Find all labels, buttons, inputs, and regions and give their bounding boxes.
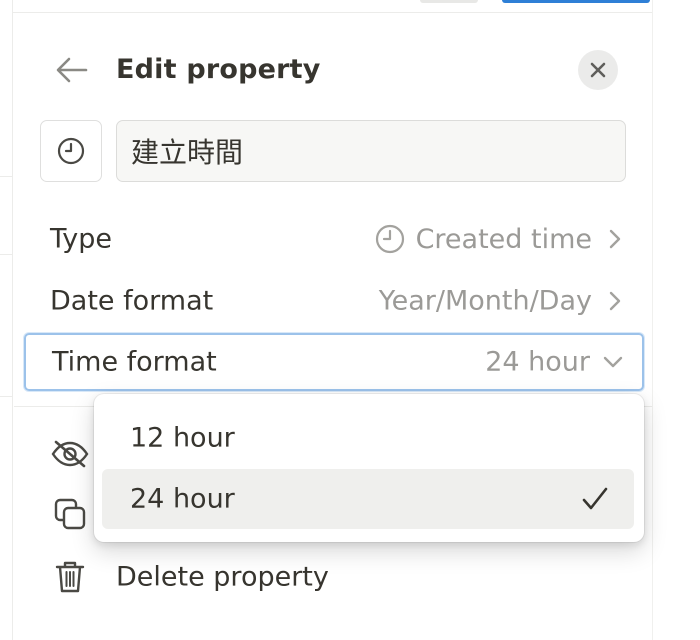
back-button[interactable] [52,52,92,88]
background-divider [0,396,12,397]
panel-header: Edit property [14,44,652,96]
type-value: Created time [374,223,592,255]
option-24-hour[interactable]: 24 hour [102,469,634,529]
option-label: 24 hour [130,483,235,515]
date-format-label: Date format [50,285,214,317]
eye-off-icon [50,434,90,474]
trash-icon [50,557,90,597]
delete-property-row[interactable]: Delete property [14,549,614,605]
checkmark-icon [580,484,610,514]
property-icon-button[interactable] [40,120,102,182]
duplicate-icon [50,494,90,534]
background-divider [652,0,653,640]
clock-icon [57,137,85,165]
time-format-dropdown: 12 hour 24 hour [94,394,644,542]
type-value-text: Created time [415,223,592,255]
page-title: Edit property [116,54,321,85]
chevron-right-icon [604,290,626,312]
type-row[interactable]: Type Created time [24,210,644,268]
property-name-row [40,120,640,182]
chevron-down-icon [602,351,624,373]
chevron-right-icon [604,228,626,250]
type-label: Type [50,223,113,255]
property-name-input[interactable] [116,120,626,182]
screen: Edit property Type [0,0,700,640]
background-primary-button[interactable] [502,0,650,3]
time-format-row[interactable]: Time format 24 hour [24,333,644,391]
background-divider [0,254,12,255]
background-divider [12,12,652,13]
close-icon [590,62,606,78]
background-divider [0,176,12,177]
time-format-value: 24 hour [485,346,590,378]
background-divider [12,0,13,640]
clock-icon [375,224,404,254]
delete-property-label: Delete property [116,561,329,593]
arrow-left-icon [56,57,88,83]
close-button[interactable] [578,50,618,90]
background-button[interactable] [420,0,478,3]
date-format-row[interactable]: Date format Year/Month/Day [24,272,644,330]
edit-property-panel: Edit property Type [14,14,652,640]
time-format-label: Time format [52,346,217,378]
option-label: 12 hour [130,422,235,454]
option-12-hour[interactable]: 12 hour [102,408,634,468]
date-format-value: Year/Month/Day [378,285,592,317]
